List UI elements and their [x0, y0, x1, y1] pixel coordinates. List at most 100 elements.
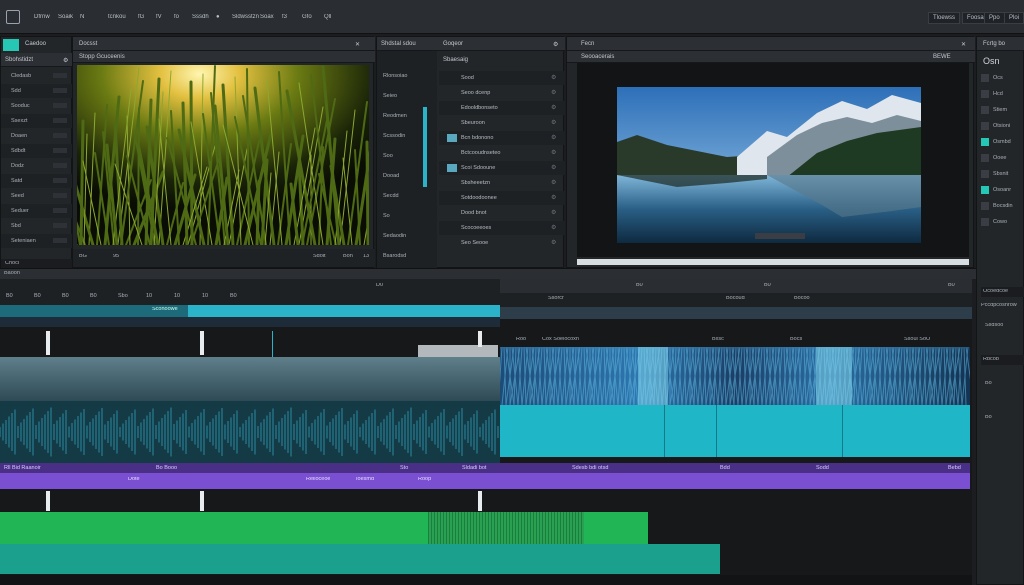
video-track[interactable]: [0, 357, 500, 401]
menu-item[interactable]: Sldwsstzn: [232, 14, 259, 20]
tab-label[interactable]: Caedoo: [25, 41, 46, 47]
selected-clip[interactable]: [418, 345, 498, 357]
edit-marker[interactable]: [478, 491, 482, 511]
video-clip[interactable]: [188, 305, 500, 317]
list-item-field[interactable]: [53, 103, 67, 108]
gear-icon[interactable]: ⚙: [553, 41, 558, 48]
menu-item[interactable]: Sssdh: [192, 14, 209, 20]
audio-clip[interactable]: [0, 544, 720, 574]
scrollbar[interactable]: [423, 107, 427, 187]
inspector-row[interactable]: Otsioni: [977, 119, 1024, 133]
edit-marker[interactable]: [478, 331, 482, 347]
media-item[interactable]: Bcn bdonono ⚙: [439, 131, 565, 145]
list-item[interactable]: Sbd: [1, 219, 73, 233]
list-item[interactable]: Ssexzt: [1, 114, 73, 128]
menu-item[interactable]: fo: [174, 14, 179, 20]
audio-waveform[interactable]: [428, 512, 584, 544]
tab-label[interactable]: Fcrtg bo: [983, 41, 1005, 47]
list-item-field[interactable]: [53, 193, 67, 198]
inspector-row[interactable]: Ooee: [977, 151, 1024, 165]
gear-icon[interactable]: ⚙: [551, 209, 556, 216]
inspector-row[interactable]: Bocsdin: [977, 199, 1024, 213]
media-item[interactable]: Seo Seooe ⚙: [439, 236, 565, 250]
list-item-field[interactable]: [53, 118, 67, 123]
gear-icon[interactable]: ⚙: [551, 179, 556, 186]
toolbar-button[interactable]: Ploi: [1004, 12, 1024, 24]
menu-item[interactable]: fG: [138, 14, 144, 20]
menu-item[interactable]: ●: [216, 14, 220, 20]
gear-icon[interactable]: ⚙: [551, 224, 556, 231]
source-video-frame[interactable]: [77, 65, 369, 245]
menu-item[interactable]: Gfo: [302, 14, 312, 20]
gear-icon[interactable]: ⚙: [551, 89, 556, 96]
audio-clip[interactable]: [0, 473, 970, 489]
edit-marker[interactable]: [200, 491, 204, 511]
list-item[interactable]: Doaen: [1, 129, 73, 143]
gear-icon[interactable]: ⚙: [551, 104, 556, 111]
inspector-row[interactable]: Cowo: [977, 215, 1024, 229]
tab-label[interactable]: Docsst: [79, 41, 97, 47]
media-item[interactable]: Seoo dcenp ⚙: [439, 86, 565, 100]
gear-icon[interactable]: ⚙: [551, 74, 556, 81]
gear-icon[interactable]: ⚙: [551, 194, 556, 201]
list-item-field[interactable]: [53, 238, 67, 243]
inspector-row[interactable]: Hcd: [977, 87, 1024, 101]
gear-icon[interactable]: ⚙: [63, 57, 68, 64]
edit-marker[interactable]: [200, 331, 204, 355]
media-item[interactable]: Sotdoodoonee ⚙: [439, 191, 565, 205]
media-item[interactable]: Sbeuroon ⚙: [439, 116, 565, 130]
list-item[interactable]: Seteniaen: [1, 234, 73, 248]
menu-item[interactable]: Soaik: [58, 14, 73, 20]
menu-item[interactable]: Dfrnw: [34, 14, 50, 20]
list-item[interactable]: Satd: [1, 174, 73, 188]
gear-icon[interactable]: ⚙: [551, 119, 556, 126]
menu-item[interactable]: Qll: [324, 14, 331, 20]
media-item[interactable]: Sbsheeetzn ⚙: [439, 176, 565, 190]
video-clip[interactable]: [500, 307, 972, 319]
media-item[interactable]: Edooldbonseto ⚙: [439, 101, 565, 115]
list-item[interactable]: Seed: [1, 189, 73, 203]
list-item-field[interactable]: [53, 178, 67, 183]
video-clip[interactable]: [500, 405, 970, 457]
edit-marker[interactable]: [46, 331, 50, 355]
gear-icon[interactable]: ⚙: [551, 239, 556, 246]
menu-item[interactable]: f3: [282, 14, 287, 20]
program-video-frame[interactable]: [617, 87, 921, 243]
tab-label[interactable]: Shdstal sdou: [381, 41, 416, 47]
video-clip-thumbnails[interactable]: [500, 347, 970, 405]
media-item[interactable]: Dood bnot ⚙: [439, 206, 565, 220]
toolbar-button[interactable]: Ppo: [984, 12, 1005, 24]
inspector-row[interactable]: Stiem: [977, 103, 1024, 117]
menu-item[interactable]: fV: [156, 14, 162, 20]
list-item[interactable]: Dodz: [1, 159, 73, 173]
close-icon[interactable]: ✕: [961, 41, 966, 48]
menu-item[interactable]: Soax: [260, 14, 274, 20]
gear-icon[interactable]: ⚙: [551, 149, 556, 156]
list-item[interactable]: Sdbdt: [1, 144, 73, 158]
edit-marker[interactable]: [46, 491, 50, 511]
menu-item[interactable]: N: [80, 14, 84, 20]
close-icon[interactable]: ✕: [355, 41, 360, 48]
list-item-field[interactable]: [53, 163, 67, 168]
list-item-field[interactable]: [53, 208, 67, 213]
list-item-field[interactable]: [53, 148, 67, 153]
tab-label[interactable]: Goqeor: [443, 41, 463, 47]
list-item[interactable]: Sooduc: [1, 99, 73, 113]
list-item-field[interactable]: [53, 73, 67, 78]
inspector-row[interactable]: Osmbd: [977, 135, 1024, 149]
list-item-field[interactable]: [53, 223, 67, 228]
media-item[interactable]: Scocoeeoes ⚙: [439, 221, 565, 235]
media-item[interactable]: Sood ⚙: [439, 71, 565, 85]
list-item-field[interactable]: [53, 88, 67, 93]
tab-label[interactable]: Fecn: [581, 41, 594, 47]
media-item[interactable]: Bctcooudnseteo ⚙: [439, 146, 565, 160]
list-item[interactable]: Seduer: [1, 204, 73, 218]
gear-icon[interactable]: ⚙: [551, 134, 556, 141]
gear-icon[interactable]: ⚙: [551, 164, 556, 171]
list-item[interactable]: Cledasb: [1, 69, 73, 83]
audio-waveform[interactable]: [0, 401, 500, 463]
inspector-row[interactable]: Sbsnit: [977, 167, 1024, 181]
progress-bar[interactable]: [577, 259, 969, 265]
inspector-row[interactable]: Osoanr: [977, 183, 1024, 197]
list-item[interactable]: Sdd: [1, 84, 73, 98]
